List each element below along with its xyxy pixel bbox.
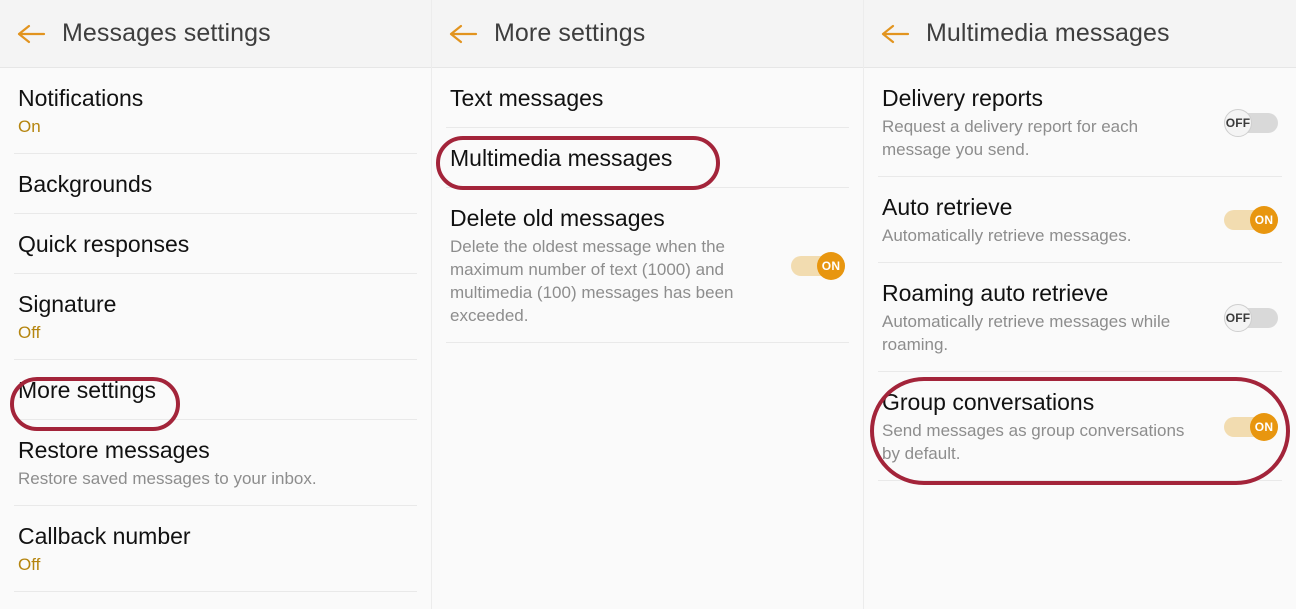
list-item-roaming-auto-retrieve[interactable]: Roaming auto retrieve Automatically retr… [864,263,1296,371]
back-arrow-icon[interactable] [878,17,912,51]
toggle-knob: ON [1250,206,1278,234]
toggle-knob: ON [1250,412,1278,441]
row-text: Notifications On [18,84,417,138]
settings-list-2: Text messages Multimedia messages Delete… [432,68,863,343]
list-item-multimedia-messages[interactable]: Multimedia messages [432,128,863,187]
row-text: Delete old messages Delete the oldest me… [450,204,775,327]
list-item-restore-messages[interactable]: Restore messages Restore saved messages … [0,420,431,505]
row-text: Delivery reports Request a delivery repo… [882,84,1208,161]
back-arrow-icon[interactable] [14,17,48,51]
list-item-description: Restore saved messages to your inbox. [18,469,317,488]
list-item-auto-retrieve[interactable]: Auto retrieve Automatically retrieve mes… [864,177,1296,262]
divider [14,591,417,592]
toggle-knob: OFF [1224,303,1252,332]
toggle-delivery-reports[interactable]: OFF [1224,108,1278,137]
list-item-label: Multimedia messages [450,145,673,171]
list-item-value: Off [18,323,41,342]
list-item-label: Restore messages [18,437,210,463]
list-item-backgrounds[interactable]: Backgrounds [0,154,431,213]
page-title: More settings [494,19,646,47]
divider [878,480,1282,481]
back-arrow-icon[interactable] [446,17,480,51]
panel-2-header: More settings [432,0,863,68]
list-item-label: Notifications [18,85,144,111]
row-text: Callback number Off [18,522,417,576]
toggle-auto-retrieve[interactable]: ON [1224,206,1278,234]
row-text: More settings [18,376,417,404]
list-item-label: Backgrounds [18,171,153,197]
panel-multimedia-messages: Multimedia messages Delivery reports Req… [864,0,1296,609]
list-item-label: Signature [18,291,117,317]
list-item-label: Quick responses [18,231,190,257]
list-item-description: Send messages as group conversations by … [882,421,1185,463]
panel-1-header: Messages settings [0,0,431,68]
list-item-signature[interactable]: Signature Off [0,274,431,359]
list-item-label: Text messages [450,85,604,111]
page-title: Multimedia messages [926,19,1170,47]
row-text: Group conversations Send messages as gro… [882,388,1208,465]
list-item-notifications[interactable]: Notifications On [0,68,431,153]
list-item-description: Request a delivery report for each messa… [882,117,1139,159]
list-item-label: Auto retrieve [882,194,1013,220]
list-item-text-messages[interactable]: Text messages [432,68,863,127]
divider [446,342,849,343]
panel-more-settings: More settings Text messages Multimedia m… [432,0,864,609]
list-item-delete-old-messages[interactable]: Delete old messages Delete the oldest me… [432,188,863,342]
row-text: Auto retrieve Automatically retrieve mes… [882,193,1208,247]
row-text: Multimedia messages [450,144,849,172]
toggle-knob: ON [817,251,845,280]
settings-list-1: Notifications On Backgrounds Quick respo… [0,68,431,592]
row-text: Text messages [450,84,849,112]
list-item-delivery-reports[interactable]: Delivery reports Request a delivery repo… [864,68,1296,176]
toggle-roaming-auto-retrieve[interactable]: OFF [1224,303,1278,332]
settings-list-3: Delivery reports Request a delivery repo… [864,68,1296,481]
list-item-quick-responses[interactable]: Quick responses [0,214,431,273]
three-panel-settings-screenshot: Messages settings Notifications On Backg… [0,0,1296,609]
row-text: Signature Off [18,290,417,344]
page-title: Messages settings [62,19,271,47]
toggle-delete-old-messages[interactable]: ON [791,251,845,280]
list-item-label: Delivery reports [882,85,1044,111]
toggle-knob: OFF [1224,108,1252,137]
row-text: Backgrounds [18,170,417,198]
list-item-callback-number[interactable]: Callback number Off [0,506,431,591]
list-item-value: On [18,117,41,136]
list-item-label: Delete old messages [450,205,665,231]
row-text: Quick responses [18,230,417,258]
list-item-label: Callback number [18,523,191,549]
toggle-group-conversations[interactable]: ON [1224,412,1278,441]
list-item-label: Roaming auto retrieve [882,280,1109,306]
list-item-label: Group conversations [882,389,1095,415]
list-item-label: More settings [18,377,157,403]
list-item-value: Off [18,555,41,574]
panel-3-header: Multimedia messages [864,0,1296,68]
list-item-more-settings[interactable]: More settings [0,360,431,419]
panel-messages-settings: Messages settings Notifications On Backg… [0,0,432,609]
row-text: Restore messages Restore saved messages … [18,436,417,490]
list-item-description: Delete the oldest message when the maxim… [450,237,734,325]
list-item-group-conversations[interactable]: Group conversations Send messages as gro… [864,372,1296,480]
list-item-description: Automatically retrieve messages while ro… [882,312,1171,354]
list-item-description: Automatically retrieve messages. [882,226,1132,245]
row-text: Roaming auto retrieve Automatically retr… [882,279,1208,356]
